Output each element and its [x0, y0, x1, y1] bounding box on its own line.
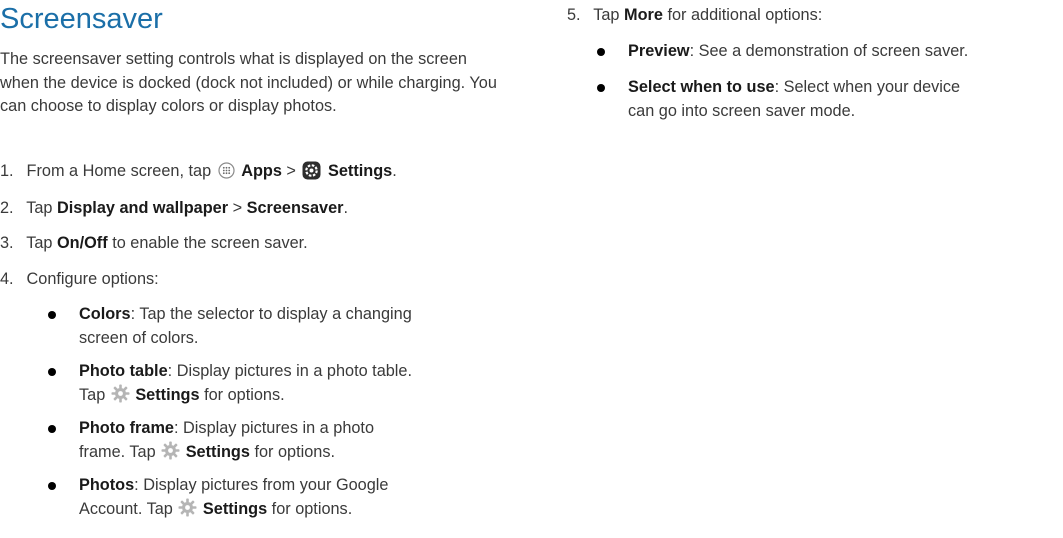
bullet-dot	[597, 84, 605, 92]
step-number: 1.	[0, 162, 14, 180]
on-off-label: On/Off	[57, 234, 108, 252]
step-4: 4. Configure options:	[0, 268, 159, 292]
display-wallpaper-label: Display and wallpaper	[57, 199, 229, 217]
option-colors: Colors: Tap the selector to display a ch…	[48, 303, 499, 350]
option-preview: Preview: See a demonstration of screen s…	[597, 40, 1058, 64]
separator: >	[286, 162, 296, 180]
separator: >	[232, 199, 243, 217]
apps-label: Apps	[241, 162, 282, 180]
apps-icon	[218, 162, 235, 179]
option-photos: Photos: Display pictures from your Googl…	[48, 474, 519, 521]
bullet-dot	[48, 368, 56, 376]
step-number: 4.	[0, 270, 14, 288]
option-select-when-to-use: Select when to use: Select when your dev…	[597, 76, 1058, 123]
step-1: 1. From a Home screen, tap Apps > Settin…	[0, 160, 397, 184]
page-title: Screensaver	[0, 3, 163, 35]
option-photo-table: Photo table: Display pictures in a photo…	[48, 360, 519, 407]
gear-icon	[111, 384, 130, 402]
intro-paragraph: The screensaver setting controls what is…	[0, 50, 497, 115]
step-number: 2.	[0, 199, 14, 217]
screensaver-label: Screensaver	[246, 199, 344, 217]
option-photo-frame: Photo frame: Display pictures in a photo…	[48, 417, 519, 464]
step-5: 5. Tap More for additional options:	[567, 4, 822, 28]
step-2: 2. Tap Display and wallpaper > Screensav…	[0, 197, 348, 221]
step-3: 3. Tap On/Off to enable the screen saver…	[0, 232, 308, 256]
bullet-dot	[48, 311, 56, 319]
step-number: 5.	[567, 6, 581, 24]
step-number: 3.	[0, 234, 14, 252]
bullet-dot	[597, 48, 605, 56]
settings-label: Settings	[328, 162, 393, 180]
bullet-dot	[48, 425, 56, 433]
gear-icon	[178, 498, 197, 516]
more-label: More	[624, 6, 663, 24]
gear-icon	[161, 441, 180, 459]
bullet-dot	[48, 482, 56, 490]
settings-icon	[302, 161, 321, 180]
step-text: From a Home screen, tap	[26, 162, 212, 180]
